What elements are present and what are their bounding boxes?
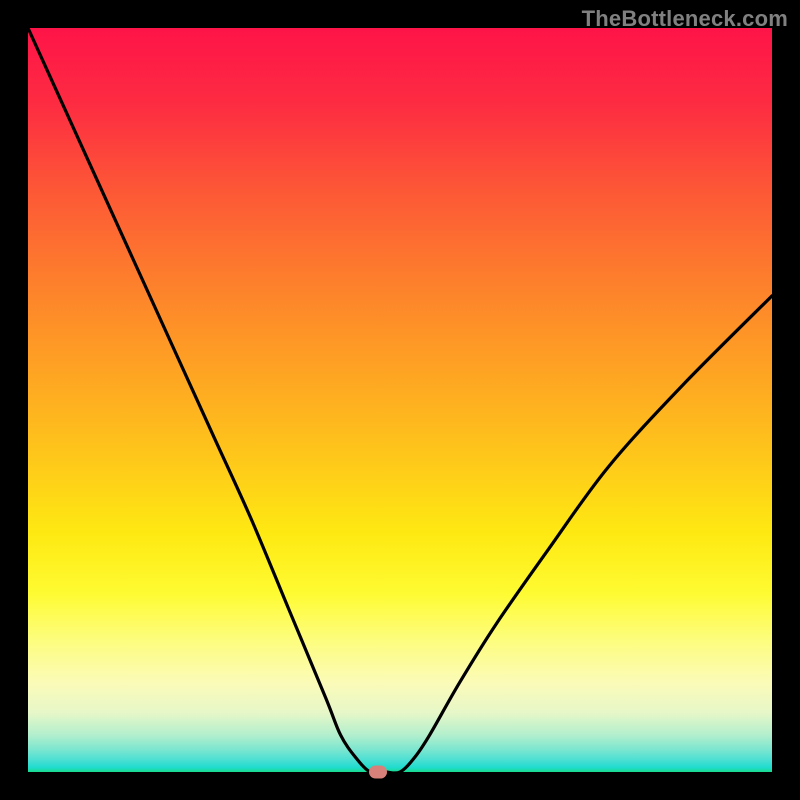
bottleneck-curve-path	[28, 28, 772, 773]
chart-frame: TheBottleneck.com	[0, 0, 800, 800]
optimal-point-marker	[369, 766, 387, 779]
watermark-text: TheBottleneck.com	[582, 6, 788, 32]
plot-area	[28, 28, 772, 772]
bottleneck-curve	[28, 28, 772, 772]
